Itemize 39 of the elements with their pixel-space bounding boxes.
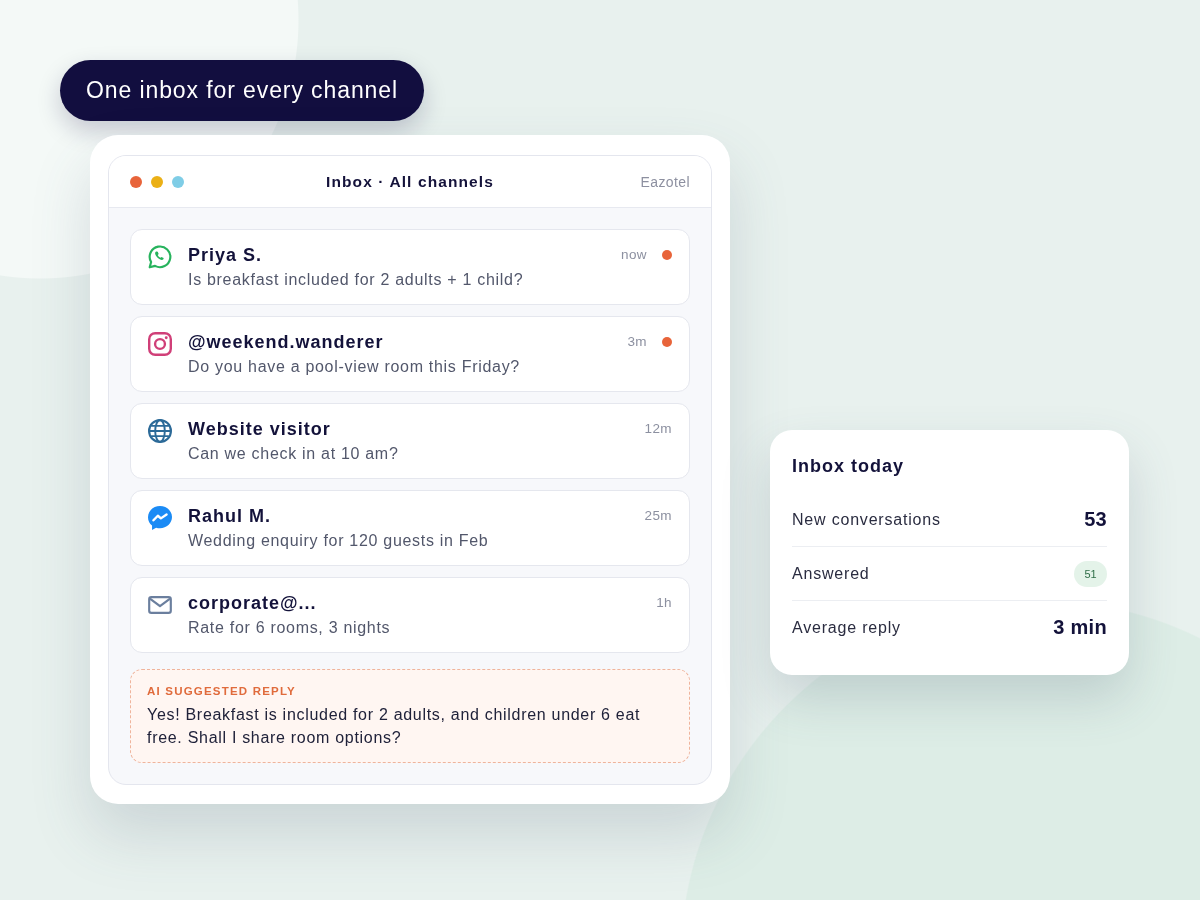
window-dot-icon[interactable]	[130, 175, 142, 188]
stat-value: 53	[1084, 508, 1107, 531]
contact-name: Priya S.	[188, 243, 264, 266]
message-preview: Is breakfast included for 2 adults + 1 child?	[188, 269, 525, 290]
stat-value: 3 min	[1053, 616, 1107, 639]
stat-label: Answered	[792, 564, 870, 583]
ai-suggestion-label: AI SUGGESTED REPLY	[147, 684, 296, 698]
chat-bubble-icon	[148, 505, 172, 530]
message-time: 25m	[644, 508, 672, 523]
brand-name: Eazotel	[640, 173, 690, 190]
message-preview: Rate for 6 rooms, 3 nights	[188, 617, 392, 638]
contact-name: corporate@...	[188, 591, 318, 614]
message-preview: Wedding enquiry for 120 guests in Feb	[188, 530, 490, 551]
contact-name: Website visitor	[188, 417, 332, 440]
conversation-card[interactable]: @weekend.wanderer 3m Do you have a pool-view room this Friday?	[130, 316, 690, 392]
stats-title: Inbox today	[792, 455, 904, 477]
window-dot-icon[interactable]	[172, 175, 184, 188]
message-preview: Do you have a pool-view room this Friday?	[188, 356, 521, 377]
contact-name: @weekend.wanderer	[188, 330, 385, 353]
message-time: 1h	[656, 595, 672, 610]
window-dot-icon[interactable]	[151, 175, 163, 188]
count-badge: 51	[1074, 560, 1107, 587]
conversation-card[interactable]: Priya S. now Is breakfast included for 2 adults + 1 child?	[130, 229, 690, 305]
conversation-card[interactable]: corporate@... 1h Rate for 6 rooms, 3 nights	[130, 577, 690, 653]
conversation-card[interactable]: Rahul M. 25m Wedding enquiry for 120 guests in Feb	[130, 490, 690, 566]
globe-icon	[148, 418, 172, 443]
window-title: Inbox · All channels	[326, 172, 494, 191]
message-preview: Can we check in at 10 am?	[188, 443, 400, 464]
message-time: 12m	[644, 421, 672, 436]
stat-label: New conversations	[792, 510, 941, 529]
phone-chat-icon	[148, 244, 172, 269]
message-time: now	[621, 247, 647, 262]
conversation-card[interactable]: Website visitor 12m Can we check in at 10 am?	[130, 403, 690, 479]
headline-banner: One inbox for every channel	[60, 60, 424, 121]
suggested-reply-text: Yes! Breakfast is included for 2 adults, and children under 6 eat free. Shall I share room options?	[147, 705, 642, 748]
message-time: 3m	[627, 334, 647, 349]
contact-name: Rahul M.	[188, 504, 272, 527]
stat-label: Average reply	[792, 618, 901, 637]
camera-icon	[148, 331, 172, 356]
